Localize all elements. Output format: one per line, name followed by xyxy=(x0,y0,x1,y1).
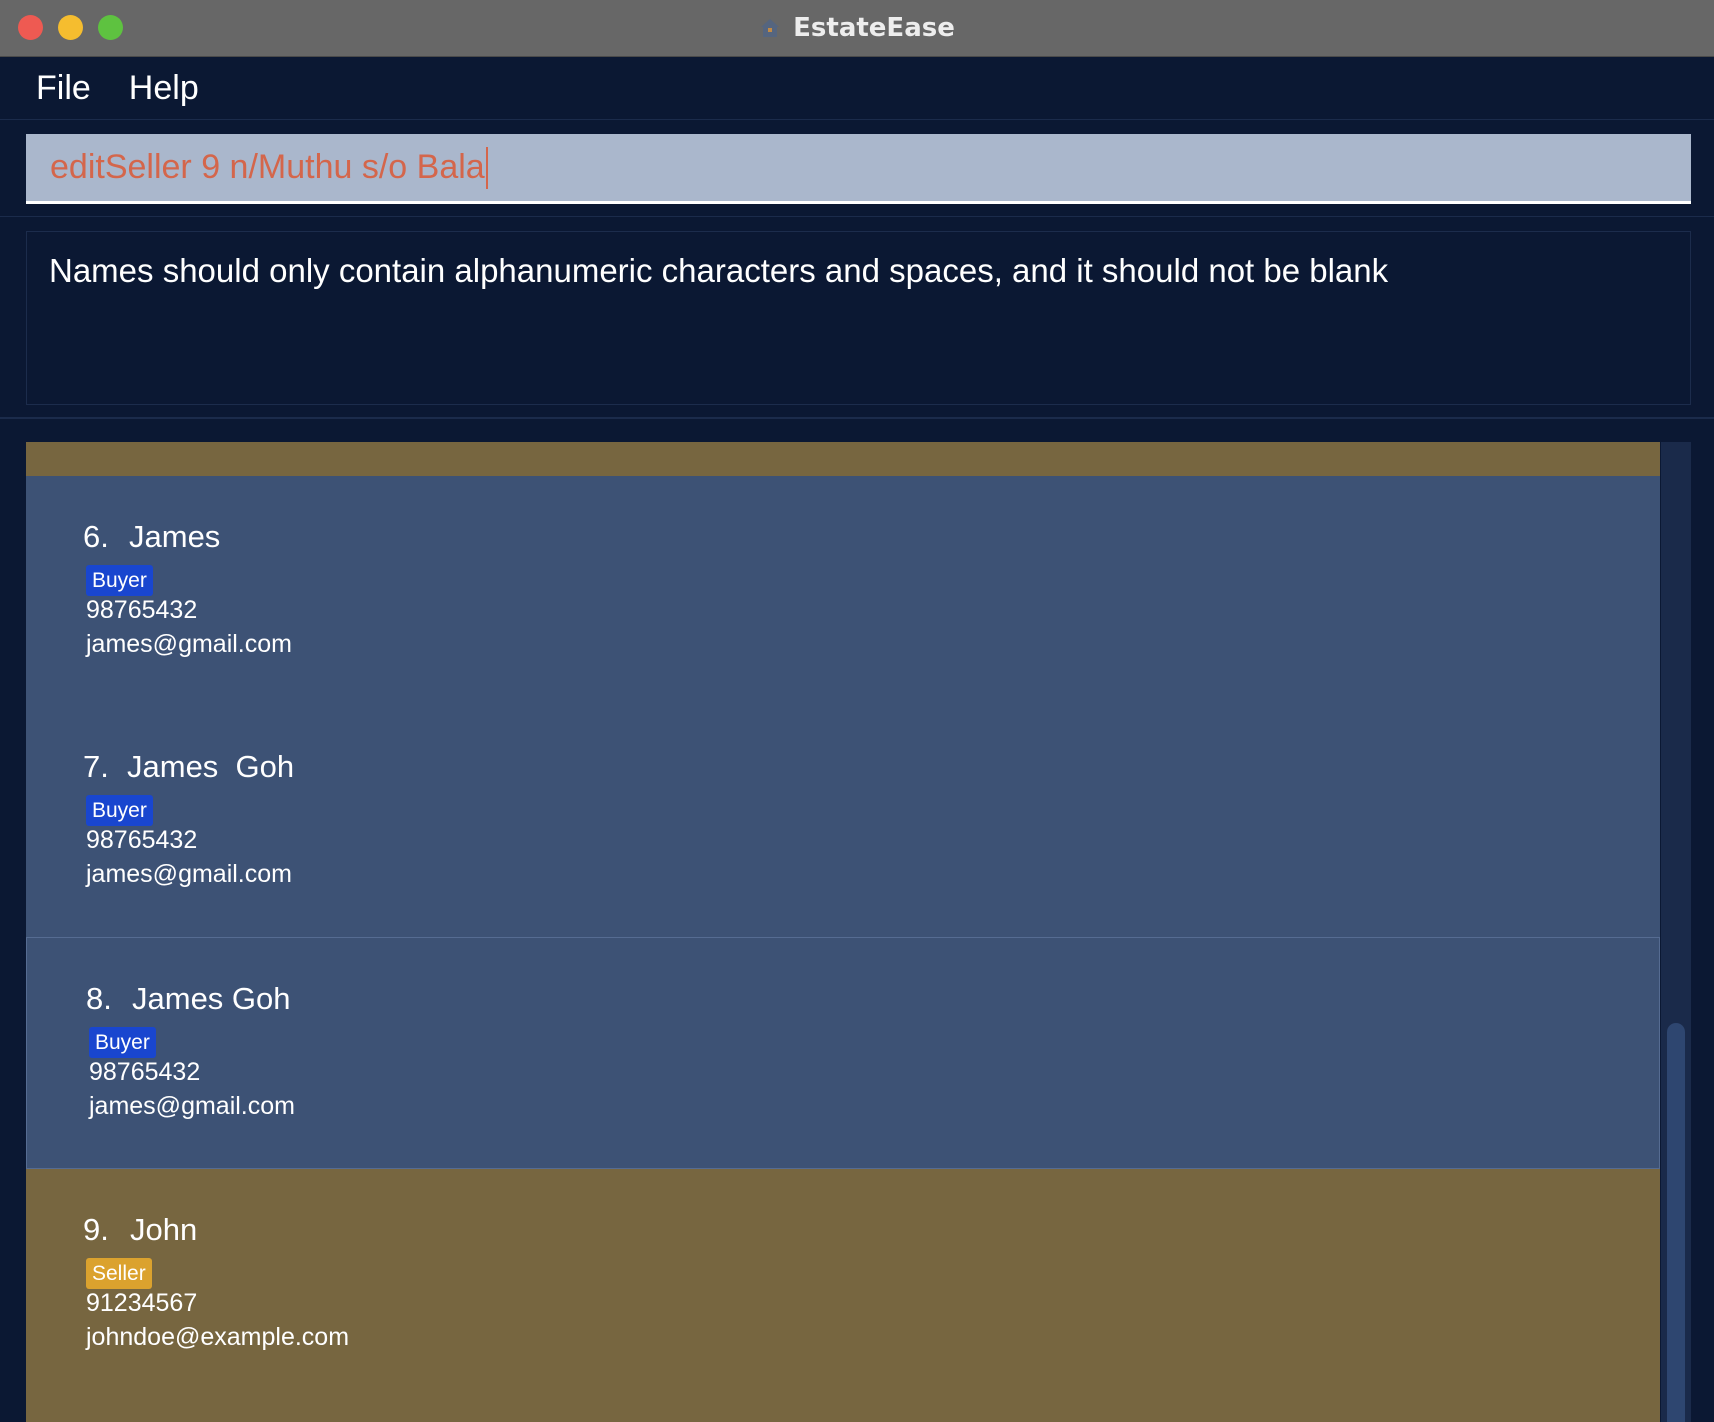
list-item-partial[interactable] xyxy=(26,442,1660,476)
person-index: 9. xyxy=(83,1212,109,1247)
person-index: 8. xyxy=(86,981,112,1016)
buyer-tag: Buyer xyxy=(89,1027,156,1058)
person-phone: 91234567 xyxy=(86,1289,198,1317)
person-phone: 98765432 xyxy=(86,596,198,624)
list-item-selected[interactable]: 9. John Seller 91234567 johndoe@example.… xyxy=(26,1169,1660,1422)
app-window: EstateEase File Help editSeller 9 n/Muth… xyxy=(0,0,1714,1422)
buyer-tag: Buyer xyxy=(86,795,153,826)
command-input-text: editSeller 9 n/Muthu s/o Bala xyxy=(50,148,485,186)
person-email: james@gmail.com xyxy=(86,630,292,658)
person-name: James Goh xyxy=(132,981,291,1016)
result-area: Names should only contain alphanumeric c… xyxy=(0,217,1714,419)
list-item[interactable]: 8. James Goh Buyer 98765432 james@gmail.… xyxy=(26,937,1660,1169)
window-title: EstateEase xyxy=(793,13,955,43)
seller-tag: Seller xyxy=(86,1258,152,1289)
person-phone: 98765432 xyxy=(89,1058,201,1086)
result-message: Names should only contain alphanumeric c… xyxy=(49,252,1389,289)
list-scrollbar[interactable] xyxy=(1661,442,1691,1422)
command-area: editSeller 9 n/Muthu s/o Bala xyxy=(0,120,1714,217)
title-bar: EstateEase xyxy=(0,0,1714,57)
text-caret xyxy=(485,146,488,189)
person-list-panel: 6. James Buyer 98765432 james@gmail.com … xyxy=(0,419,1714,1422)
person-index: 6. xyxy=(83,519,109,554)
person-email: james@gmail.com xyxy=(86,860,292,888)
person-index: 7. xyxy=(83,749,109,784)
person-phone: 98765432 xyxy=(86,826,198,854)
list-scrollbar-thumb[interactable] xyxy=(1667,1023,1685,1422)
list-item[interactable]: 7. James Goh Buyer 98765432 james@gmail.… xyxy=(26,706,1660,937)
person-name: James Goh xyxy=(127,749,295,784)
command-input[interactable]: editSeller 9 n/Muthu s/o Bala xyxy=(26,134,1691,204)
menu-help[interactable]: Help xyxy=(129,69,199,108)
person-list[interactable]: 6. James Buyer 98765432 james@gmail.com … xyxy=(26,442,1660,1422)
menu-bar: File Help xyxy=(0,57,1714,120)
person-name: James xyxy=(129,519,221,554)
result-display[interactable]: Names should only contain alphanumeric c… xyxy=(26,231,1691,405)
person-email: james@gmail.com xyxy=(89,1092,295,1120)
person-name: John xyxy=(130,1212,198,1247)
menu-file[interactable]: File xyxy=(36,69,91,108)
title-wrap: EstateEase xyxy=(0,0,1714,56)
list-item[interactable]: 6. James Buyer 98765432 james@gmail.com xyxy=(26,476,1660,706)
buyer-tag: Buyer xyxy=(86,565,153,596)
person-email: johndoe@example.com xyxy=(86,1323,350,1351)
house-icon xyxy=(761,19,780,37)
